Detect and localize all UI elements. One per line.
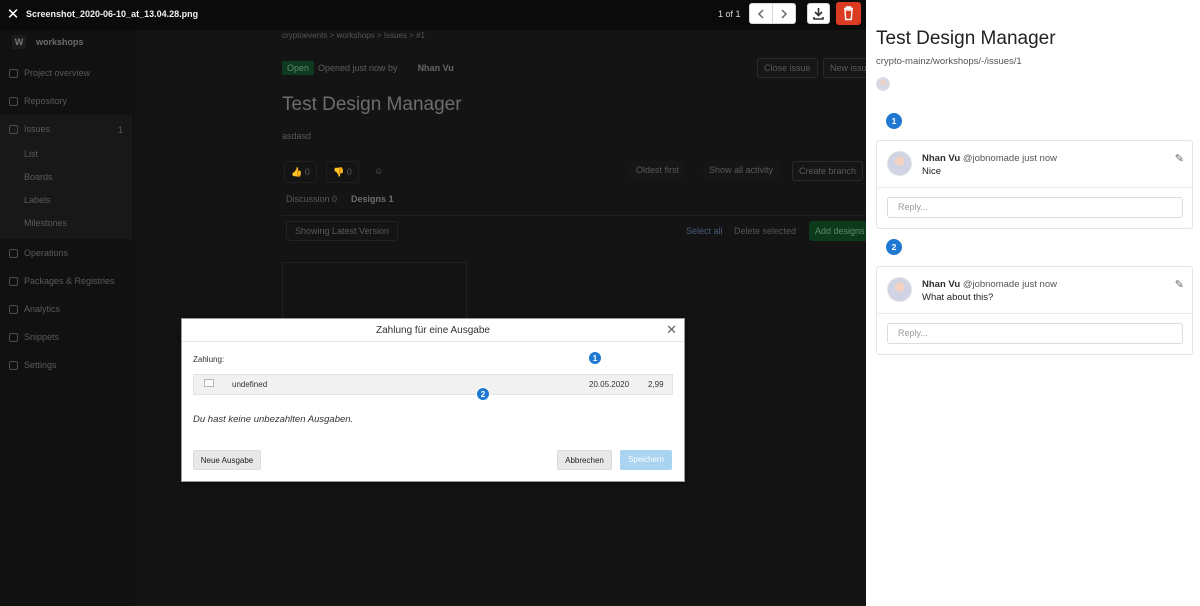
sidebar-item-repository[interactable]: Repository xyxy=(9,96,67,106)
trash-icon xyxy=(844,6,853,21)
download-icon xyxy=(813,8,824,20)
sidebar-subitem-milestones[interactable]: Milestones xyxy=(24,218,67,228)
comment-author: Nhan Vu @jobnomade just now xyxy=(922,153,1057,164)
avatar[interactable] xyxy=(887,151,912,176)
save-button[interactable]: Speichern xyxy=(620,450,672,470)
panel-title: Test Design Manager xyxy=(876,28,1056,49)
sidebar-item-issues[interactable]: Issues xyxy=(9,124,50,134)
close-icon[interactable]: ✕ xyxy=(5,7,21,23)
scissors-icon xyxy=(9,332,18,342)
close-icon[interactable]: ✕ xyxy=(666,319,677,341)
sidebar-item-settings[interactable]: Settings xyxy=(9,360,57,370)
issues-count-badge: 1 xyxy=(118,125,124,135)
home-icon xyxy=(9,68,18,78)
pencil-icon[interactable]: ✎ xyxy=(1175,152,1184,165)
annotation-pin-1[interactable]: 1 xyxy=(588,351,602,365)
empty-message: Du hast keine unbezahlten Ausgaben. xyxy=(193,414,354,425)
project-avatar: W xyxy=(12,35,26,49)
tab-designs[interactable]: Designs 1 xyxy=(351,194,394,204)
reply-input[interactable]: Reply... xyxy=(887,323,1183,344)
design-pagination xyxy=(749,3,796,24)
cloud-icon xyxy=(9,248,18,258)
version-dropdown[interactable]: Showing Latest Version xyxy=(286,221,399,241)
select-all-link[interactable]: Select all xyxy=(686,226,723,236)
annotation-pin-2[interactable]: 2 xyxy=(476,387,490,401)
download-button[interactable] xyxy=(807,3,830,24)
dialog-header: Zahlung für eine Ausgabe ✕ xyxy=(182,319,684,342)
comment-thread: Nhan Vu @jobnomade just now What about t… xyxy=(876,266,1193,355)
project-header: W workshops xyxy=(12,35,84,49)
thumbs-up-button[interactable]: 👍 0 xyxy=(284,161,317,183)
sidebar-item-project-overview[interactable]: Project overview xyxy=(9,68,90,78)
row-name: undefined xyxy=(232,380,268,389)
author-link[interactable]: Nhan Vu xyxy=(418,63,454,73)
emoji-icon[interactable]: ☺ xyxy=(368,161,389,183)
chevron-left-icon[interactable] xyxy=(750,4,773,23)
thread-divider xyxy=(877,187,1192,188)
project-name: workshops xyxy=(36,37,84,47)
issues-icon xyxy=(9,124,18,134)
thumbs-down-button[interactable]: 👎 0 xyxy=(326,161,359,183)
project-sidebar: W workshops Project overview Repository … xyxy=(0,30,135,606)
sort-dropdown[interactable]: Oldest first xyxy=(630,161,686,181)
design-card[interactable] xyxy=(282,262,467,322)
sidebar-subitem-labels[interactable]: Labels xyxy=(24,195,51,205)
thread-divider xyxy=(877,313,1192,314)
close-issue-button[interactable]: Close issue xyxy=(757,58,818,78)
chart-icon xyxy=(9,304,18,314)
add-designs-button[interactable]: Add designs xyxy=(809,221,869,241)
comment-thread: Nhan Vu @jobnomade just now Nice ✎ Reply… xyxy=(876,140,1193,229)
participant-avatar[interactable] xyxy=(876,77,890,91)
file-name: Screenshot_2020-06-10_at_13.04.28.png xyxy=(26,9,199,19)
comment-body: Nice xyxy=(922,166,942,177)
breadcrumb: cryptoevents > workshops > Issues > #1 xyxy=(282,31,425,40)
issue-meta: Opened just now by Nhan Vu xyxy=(318,63,454,73)
row-checkbox[interactable] xyxy=(204,379,214,387)
discussion-panel: Test Design Manager crypto-mainz/worksho… xyxy=(866,0,1200,606)
row-date: 20.05.2020 xyxy=(589,380,630,389)
create-branch-button[interactable]: Create branch xyxy=(792,161,864,181)
issue-title: Test Design Manager xyxy=(282,94,462,115)
row-amount: 2,99 xyxy=(648,380,664,389)
payment-label: Zahlung: xyxy=(193,355,225,364)
dialog-title: Zahlung für eine Ausgabe xyxy=(376,325,490,336)
gear-icon xyxy=(9,360,18,370)
comment-body: What about this? xyxy=(922,292,994,303)
sidebar-item-operations[interactable]: Operations xyxy=(9,248,68,258)
sidebar-item-analytics[interactable]: Analytics xyxy=(9,304,60,314)
sidebar-subitem-boards[interactable]: Boards xyxy=(24,172,53,182)
design-counter: 1 of 1 xyxy=(718,9,741,19)
sidebar-subitem-list[interactable]: List xyxy=(24,149,38,159)
reply-input[interactable]: Reply... xyxy=(887,197,1183,218)
payment-dialog: Zahlung für eine Ausgabe ✕ Zahlung: unde… xyxy=(181,318,685,482)
avatar[interactable] xyxy=(887,277,912,302)
issue-tabs: Discussion 0 Designs 1 xyxy=(286,194,394,204)
comment-author: Nhan Vu @jobnomade just now xyxy=(922,279,1057,290)
package-icon xyxy=(9,276,18,286)
table-row[interactable]: undefined 20.05.2020 2,99 xyxy=(193,374,673,395)
thread-pin-2[interactable]: 2 xyxy=(886,239,902,255)
activity-filter[interactable]: Show all activity xyxy=(703,161,780,181)
thread-pin-1[interactable]: 1 xyxy=(886,113,902,129)
chevron-right-icon[interactable] xyxy=(773,4,795,23)
viewer-toolbar: ✕ Screenshot_2020-06-10_at_13.04.28.png … xyxy=(0,0,866,30)
issue-description: asdasd xyxy=(282,131,312,141)
issue-path: crypto-mainz/workshops/-/issues/1 xyxy=(876,56,1022,67)
delete-button[interactable] xyxy=(836,2,861,25)
tab-discussion[interactable]: Discussion 0 xyxy=(286,194,337,204)
cancel-button[interactable]: Abbrechen xyxy=(557,450,612,470)
book-icon xyxy=(9,96,18,106)
sidebar-item-snippets[interactable]: Snippets xyxy=(9,332,59,342)
status-badge: Open xyxy=(282,61,315,75)
sidebar-item-packages[interactable]: Packages & Registries xyxy=(9,276,115,286)
pencil-icon[interactable]: ✎ xyxy=(1175,278,1184,291)
new-expense-button[interactable]: Neue Ausgabe xyxy=(193,450,261,470)
design-viewer: ✕ Screenshot_2020-06-10_at_13.04.28.png … xyxy=(0,0,1200,606)
delete-selected-link[interactable]: Delete selected xyxy=(734,226,796,236)
tab-divider xyxy=(282,215,866,216)
